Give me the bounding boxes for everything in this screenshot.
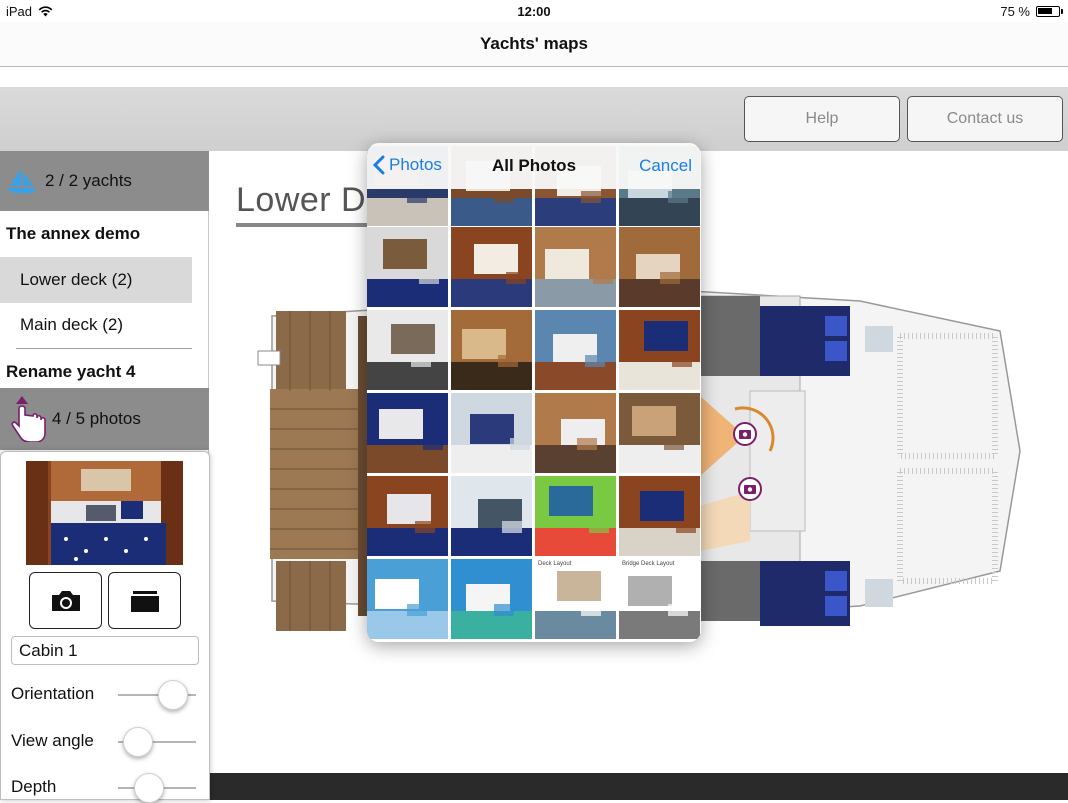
photo-thumbnail[interactable] (451, 393, 532, 473)
photo-thumbnail[interactable] (619, 393, 700, 473)
camera-marker-1[interactable] (733, 422, 757, 446)
orientation-slider[interactable]: Orientation (11, 679, 201, 710)
photo-thumbnail[interactable]: Deck Layout (535, 559, 616, 639)
page-title: Yachts' maps (480, 34, 588, 53)
orientation-label: Orientation (11, 684, 95, 703)
photo-picker-popover: Photos All Photos Cancel Deck Layout Brid… (367, 143, 701, 642)
clock: 12:00 (517, 4, 551, 19)
photos-counter[interactable]: 4 / 5 photos (0, 388, 209, 450)
photo-thumbnail[interactable] (367, 559, 448, 639)
photo-thumbnail[interactable] (535, 227, 616, 307)
depth-slider[interactable]: Depth (11, 772, 201, 803)
hand-pointer-icon (11, 396, 46, 442)
photo-thumbnail[interactable]: Bridge Deck Layout (619, 559, 700, 639)
sailboat-icon (7, 168, 37, 193)
status-bar: iPad 12:00 75 % (0, 0, 1068, 22)
deck-item-main[interactable]: Main deck (2) (0, 302, 192, 348)
library-button[interactable] (108, 572, 181, 629)
photo-thumbnail[interactable] (367, 310, 448, 390)
photo-thumbnail[interactable] (619, 227, 700, 307)
camera-button[interactable] (29, 572, 102, 629)
photo-name-input[interactable]: Cabin 1 (11, 636, 199, 665)
photo-thumbnail[interactable] (619, 476, 700, 556)
yacht-name-2[interactable]: Rename yacht 4 (6, 362, 135, 382)
toolbar: Help Contact us (0, 87, 1068, 151)
folder-icon (130, 590, 159, 612)
photo-thumbnail[interactable] (535, 393, 616, 473)
view-angle-slider[interactable]: View angle (11, 726, 201, 757)
cancel-button[interactable]: Cancel (639, 156, 692, 176)
battery-icon (1036, 6, 1063, 17)
photo-thumbnail[interactable] (535, 476, 616, 556)
yachts-counter-label: 2 / 2 yachts (45, 171, 132, 190)
photo-edit-panel: Cabin 1 Orientation View angle Depth (0, 451, 210, 803)
photo-thumbnail[interactable] (451, 559, 532, 639)
depth-label: Depth (11, 777, 57, 796)
yacht-name[interactable]: The annex demo (6, 224, 140, 244)
picker-nav-bar: Photos All Photos Cancel (367, 143, 701, 189)
camera-icon (51, 590, 80, 611)
thumbnail-caption: Deck Layout (538, 561, 572, 567)
view-angle-label: View angle (11, 731, 94, 750)
nav-bar: Yachts' maps (0, 22, 1068, 67)
photo-thumbnail[interactable] (367, 393, 448, 473)
slider-thumb[interactable] (122, 727, 153, 757)
photo-thumbnail[interactable] (367, 476, 448, 556)
photo-thumbnail[interactable] (535, 310, 616, 390)
sidebar-divider (16, 348, 192, 349)
thumbnail-caption: Bridge Deck Layout (622, 561, 675, 567)
contact-us-button[interactable]: Contact us (907, 96, 1063, 142)
photo-thumbnail[interactable] (619, 310, 700, 390)
bottom-strip (210, 773, 1068, 800)
photo-grid: Deck Layout Bridge Deck Layout (367, 146, 701, 642)
photo-thumbnail[interactable] (367, 227, 448, 307)
yachts-counter[interactable]: 2 / 2 yachts (0, 151, 209, 211)
photo-thumbnail[interactable] (451, 227, 532, 307)
photos-counter-label: 4 / 5 photos (52, 409, 141, 428)
photo-thumbnail[interactable] (451, 476, 532, 556)
photo-thumbnail[interactable] (451, 310, 532, 390)
slider-thumb[interactable] (157, 680, 188, 710)
slider-thumb[interactable] (134, 773, 165, 803)
deck-item-lower[interactable]: Lower deck (2) (0, 257, 192, 303)
camera-marker-2[interactable] (738, 477, 762, 501)
help-button[interactable]: Help (744, 96, 900, 142)
battery-percent: 75 % (1000, 4, 1030, 19)
photo-preview (26, 461, 183, 565)
